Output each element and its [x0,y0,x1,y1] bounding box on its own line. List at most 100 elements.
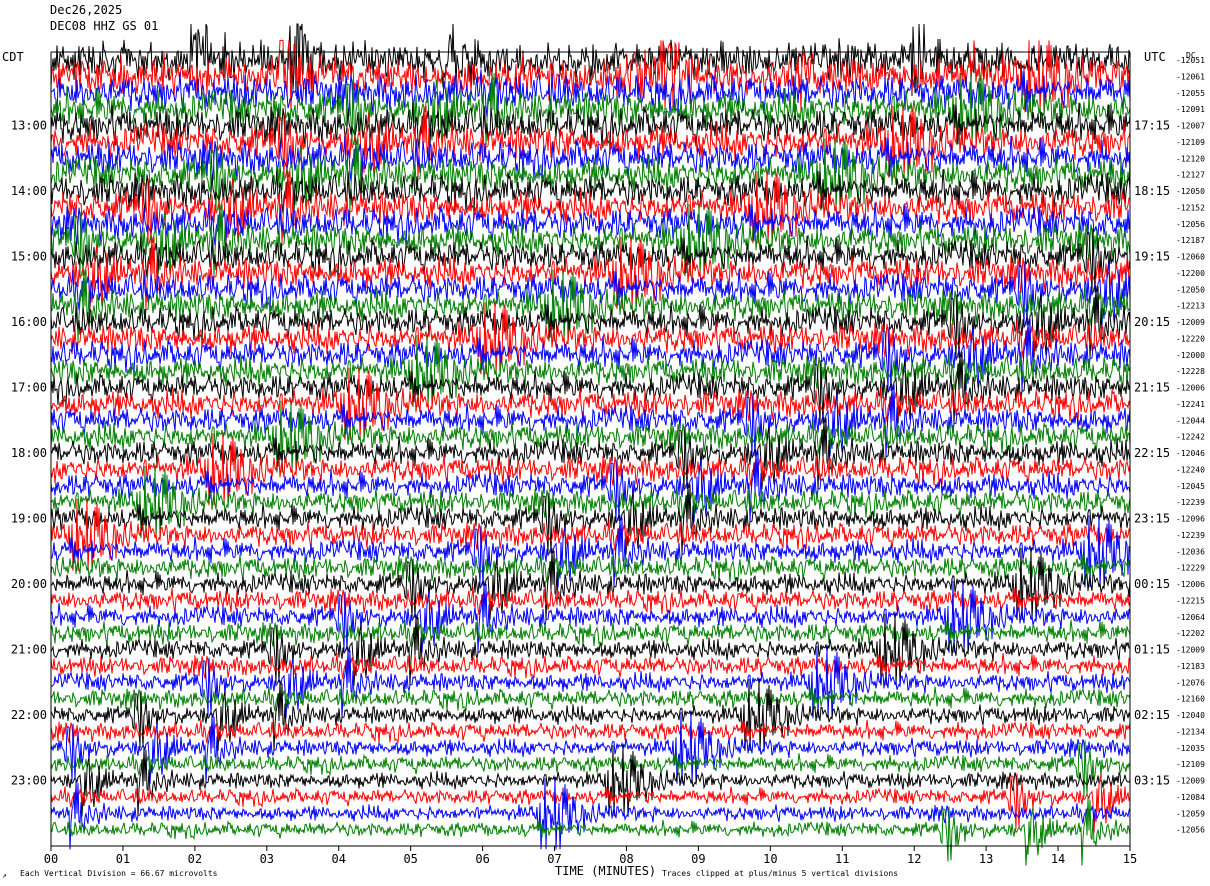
cdt-hour-label: 17:00 [11,381,47,395]
x-tick-label: 04 [332,852,346,866]
trace-line [50,796,1131,866]
dc-offset-label: -12076 [1176,678,1205,687]
trace-line [50,686,1131,712]
x-axis-title: TIME (MINUTES) [555,864,656,878]
dc-offset-label: -12009 [1176,318,1205,327]
trace-line [50,433,1131,506]
trace-line [50,482,1131,555]
utc-hour-label: 18:15 [1134,184,1170,198]
seismic-traces [50,23,1131,866]
cdt-hour-label: 16:00 [11,315,47,329]
x-tick-label: 12 [907,852,921,866]
dc-offset-label: -12229 [1176,564,1205,573]
cdt-hour-label: 21:00 [11,643,47,657]
dc-offset-label: -12056 [1176,220,1205,229]
dc-offset-label: -12134 [1176,727,1205,736]
trace-line [50,580,1131,653]
dc-offset-label: -12239 [1176,531,1205,540]
dc-offset-label: -12215 [1176,596,1205,605]
cdt-hour-label: 23:00 [11,774,47,788]
dc-offset-label: -12240 [1176,465,1205,474]
cdt-hour-label: 20:00 [11,577,47,591]
utc-hour-label: 02:15 [1134,708,1170,722]
dc-offset-label: -12046 [1176,449,1205,458]
cdt-hour-label: 19:00 [11,512,47,526]
cdt-hour-label: 14:00 [11,184,47,198]
dc-offset-label: -12000 [1176,351,1205,360]
dc-offset-label: -12183 [1176,662,1205,671]
dc-offset-label: -12056 [1176,826,1205,835]
x-tick-label: 02 [188,852,202,866]
dc-offset-label: -12228 [1176,367,1205,376]
utc-hour-label: 21:15 [1134,381,1170,395]
x-tick-label: 07 [547,852,561,866]
trace-line [50,553,1131,583]
dc-offset-label: -12239 [1176,498,1205,507]
trace-line [50,744,1131,817]
x-tick-label: 11 [835,852,849,866]
x-tick-label: 06 [475,852,489,866]
dc-offset-label: -12009 [1176,646,1205,655]
dc-offset-label: -12060 [1176,253,1205,262]
left-axis-label: CDT [2,50,24,64]
dc-offset-label: -12152 [1176,203,1205,212]
x-tick-label: 14 [1051,852,1065,866]
utc-hour-label: 19:15 [1134,250,1170,264]
dc-offset-label: -12006 [1176,384,1205,393]
trace-line [50,777,1131,850]
dc-offset-label: -12213 [1176,302,1205,311]
utc-hour-label: 22:15 [1134,446,1170,460]
dc-offset-label: -12050 [1176,285,1205,294]
helicorder-chart: CDT UTC DC TIME (MINUTES) Each Vertical … [2,23,1205,880]
dc-offset-label: -12200 [1176,269,1205,278]
utc-hour-label: 17:15 [1134,119,1170,133]
footer-scale-note: Each Vertical Division = 66.67 microvolt… [20,869,218,878]
dc-offset-label: -12127 [1176,171,1205,180]
dc-offset-label: -12096 [1176,515,1205,524]
cdt-hour-label: 13:00 [11,119,47,133]
dc-offset-label: -12242 [1176,433,1205,442]
corner-arrow-icon: ↗ [2,871,7,880]
x-tick-label: 09 [691,852,705,866]
utc-hour-label: 03:15 [1134,774,1170,788]
dc-offset-label: -12009 [1176,777,1205,786]
x-tick-label: 08 [619,852,633,866]
dc-offset-label: -12051 [1176,56,1205,65]
dc-offset-label: -12045 [1176,482,1205,491]
dc-offset-label: -12109 [1176,138,1205,147]
utc-hour-label: 20:15 [1134,315,1170,329]
x-tick-label: 01 [116,852,130,866]
dc-offset-label: -12055 [1176,89,1205,98]
dc-offset-label: -12084 [1176,793,1205,802]
dc-offset-label: -12044 [1176,416,1205,425]
dc-offset-label: -12109 [1176,760,1205,769]
x-tick-label: 05 [403,852,417,866]
dc-offset-label: -12040 [1176,711,1205,720]
x-tick-label: 15 [1123,852,1137,866]
dc-offset-label: -12160 [1176,695,1205,704]
cdt-hour-label: 18:00 [11,446,47,460]
dc-offset-label: -12220 [1176,334,1205,343]
x-tick-label: 10 [763,852,777,866]
dc-offset-label: -12241 [1176,400,1205,409]
footer-clip-note: Traces clipped at plus/minus 5 vertical … [662,869,898,878]
dc-offset-label: -12059 [1176,809,1205,818]
dc-offset-label: -12202 [1176,629,1205,638]
x-tick-label: 13 [979,852,993,866]
dc-offset-label: -12187 [1176,236,1205,245]
dc-offset-label: -12007 [1176,122,1205,131]
trace-line [50,646,1131,719]
dc-offset-label: -12006 [1176,580,1205,589]
x-tick-label: 00 [44,852,58,866]
utc-hour-label: 01:15 [1134,643,1170,657]
dc-offset-label: -12036 [1176,547,1205,556]
dc-offset-label: -12035 [1176,744,1205,753]
dc-offset-label: -12120 [1176,154,1205,163]
dc-offset-label: -12064 [1176,613,1205,622]
cdt-hour-label: 22:00 [11,708,47,722]
dc-offset-label: -12091 [1176,105,1205,114]
cdt-hour-label: 15:00 [11,250,47,264]
right-axis-label: UTC [1144,50,1166,64]
dc-offset-label: -12050 [1176,187,1205,196]
dc-offset-label: -12061 [1176,72,1205,81]
